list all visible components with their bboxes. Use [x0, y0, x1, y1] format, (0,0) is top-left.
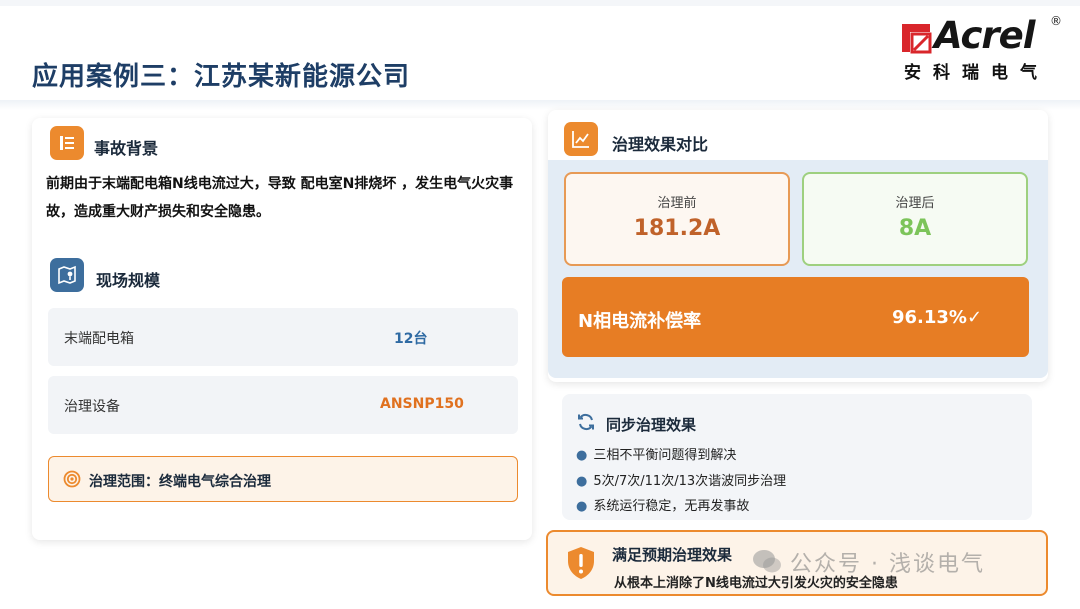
acrel-logo: Acrel ® 安科瑞电气	[900, 14, 1070, 83]
top-strip	[0, 0, 1080, 6]
scale-row-distribution-boxes: 末端配电箱 12台	[48, 308, 518, 366]
watermark-text: 公众号 · 浅谈电气	[790, 552, 985, 577]
rate-label: N相电流补偿率	[578, 311, 702, 332]
logo-brand: Acrel	[934, 14, 1035, 57]
watermark: 公众号 · 浅谈电气	[752, 546, 985, 578]
sync-item: ● 三相不平衡问题得到解决	[576, 448, 737, 463]
expectation-title: 满足预期治理效果	[612, 546, 733, 564]
background-title: 事故背景	[94, 139, 159, 158]
background-text: 前期由于末端配电箱N线电流过大，导致 配电室N排烧坏 ，发生电气火灾事故，造成重…	[46, 176, 514, 220]
before-value: 181.2A	[633, 216, 721, 241]
sync-item: ● 系统运行稳定，无再发事故	[576, 499, 750, 514]
sync-item-text: 三相不平衡问题得到解决	[593, 448, 737, 463]
before-label: 治理前	[657, 196, 697, 211]
title-divider	[0, 100, 1080, 110]
scope-box: 治理范围：终端电气综合治理	[48, 456, 518, 502]
logo-registered-mark: ®	[1050, 14, 1062, 28]
scale-row-equipment: 治理设备 ANSNP150	[48, 376, 518, 434]
row-label: 治理设备	[64, 399, 120, 415]
before-box: 治理前 181.2A	[564, 172, 790, 266]
sync-item: ● 5次/7次/11次/13次谐波同步治理	[576, 474, 787, 489]
page-title: 应用案例三：江苏某新能源公司	[32, 62, 411, 92]
row-value: 12台	[394, 331, 428, 347]
sync-item-text: 5次/7次/11次/13次谐波同步治理	[593, 474, 787, 489]
site-scale-title: 现场规模	[96, 271, 161, 290]
rate-value: 96.13%✓	[892, 307, 983, 328]
document-list-icon	[50, 126, 84, 160]
row-value: ANSNP150	[380, 396, 464, 412]
scope-text: 治理范围：终端电气综合治理	[89, 474, 271, 490]
target-icon	[63, 470, 81, 488]
compensation-rate-bar: N相电流补偿率 96.13%✓	[562, 277, 1029, 357]
after-label: 治理后	[895, 196, 935, 211]
trend-chart-icon	[564, 122, 598, 156]
row-label: 末端配电箱	[64, 331, 134, 347]
comparison-title: 治理效果对比	[612, 135, 709, 154]
map-pin-icon	[50, 258, 84, 292]
wechat-icon	[753, 550, 781, 573]
sync-item-text: 系统运行稳定，无再发事故	[593, 499, 750, 514]
after-box: 治理后 8A	[802, 172, 1028, 266]
refresh-icon	[578, 413, 594, 431]
after-value: 8A	[898, 216, 932, 241]
logo-mark-icon	[902, 24, 932, 54]
shield-icon	[568, 547, 594, 579]
sync-title: 同步治理效果	[606, 416, 697, 434]
logo-chinese-name: 安科瑞电气	[904, 63, 1049, 83]
sync-effects-card: 同步治理效果 ● 三相不平衡问题得到解决 ● 5次/7次/11次/13次谐波同步治理…	[562, 394, 1032, 520]
